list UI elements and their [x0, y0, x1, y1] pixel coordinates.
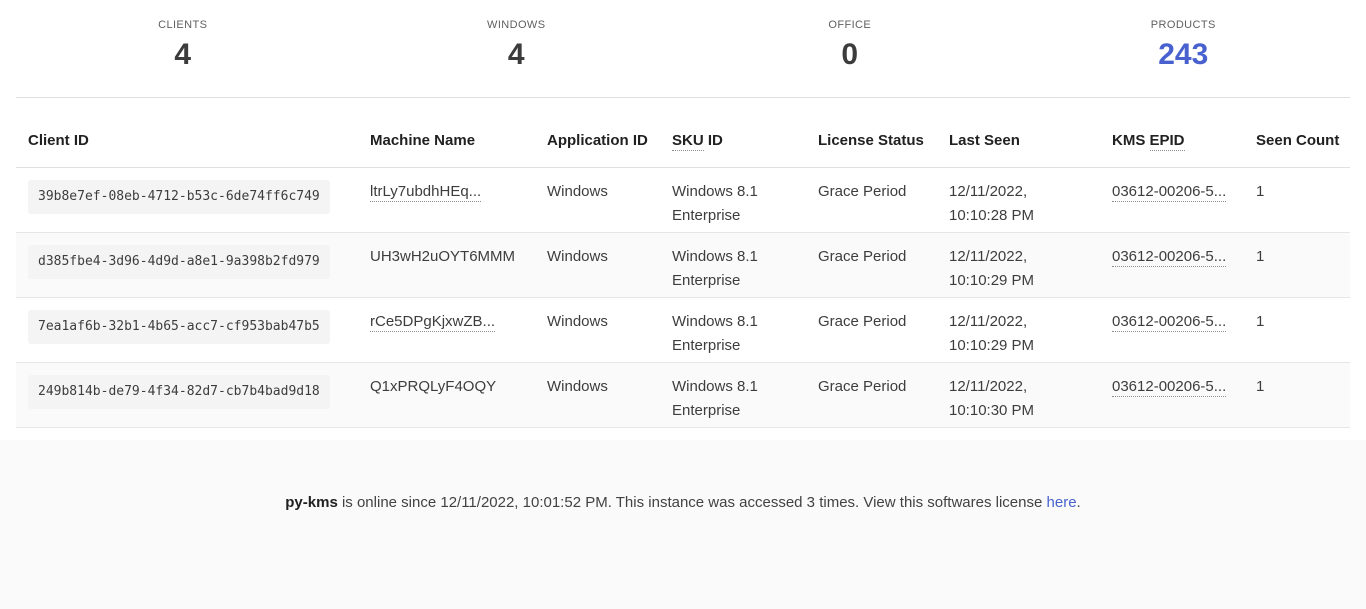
stat-value-office: 0 [683, 38, 1017, 72]
last-seen-date: 12/11/2022, [949, 375, 1100, 399]
last-seen-date: 12/11/2022, [949, 245, 1100, 269]
stat-label: CLIENTS [16, 14, 350, 31]
footer-period: . [1077, 494, 1081, 511]
kms-epid-cell: 03612-00206-5... [1112, 298, 1256, 363]
kms-prefix: KMS [1112, 132, 1150, 149]
application-id-cell: Windows [547, 298, 672, 363]
stat-clients: CLIENTS 4 [16, 14, 350, 97]
content-footer-gap [0, 428, 1366, 440]
stat-label: WINDOWS [350, 14, 684, 31]
col-machine-name: Machine Name [370, 98, 547, 168]
license-status-cell: Grace Period [818, 363, 949, 428]
footer-status-text: is online since 12/11/2022, 10:01:52 PM.… [338, 494, 1047, 511]
last-seen-cell: 12/11/2022,10:10:30 PM [949, 363, 1112, 428]
client-id-cell: 39b8e7ef-08eb-4712-b53c-6de74ff6c749 [16, 168, 370, 233]
last-seen-time: 10:10:29 PM [949, 334, 1100, 358]
col-kms-epid: KMS EPID [1112, 98, 1256, 168]
last-seen-cell: 12/11/2022,10:10:29 PM [949, 298, 1112, 363]
sku-id-cell: Windows 8.1 Enterprise [672, 233, 818, 298]
col-client-id: Client ID [16, 98, 370, 168]
machine-name: Q1xPRQLyF4OQY [370, 378, 496, 395]
stats-section: CLIENTS 4 WINDOWS 4 OFFICE 0 PRODUCTS 24… [0, 0, 1366, 97]
sku-id-cell: Windows 8.1 Enterprise [672, 298, 818, 363]
machine-name-cell: UH3wH2uOYT6MMM [370, 233, 547, 298]
stat-value-windows: 4 [350, 38, 684, 72]
stat-label: OFFICE [683, 14, 1017, 31]
client-id-chip: 39b8e7ef-08eb-4712-b53c-6de74ff6c749 [28, 180, 330, 214]
client-id-chip: d385fbe4-3d96-4d9d-a8e1-9a398b2fd979 [28, 245, 330, 279]
application-id-cell: Windows [547, 168, 672, 233]
sku-abbr[interactable]: SKU [672, 132, 704, 151]
sku-id-cell: Windows 8.1 Enterprise [672, 168, 818, 233]
client-id-chip: 7ea1af6b-32b1-4b65-acc7-cf953bab47b5 [28, 310, 330, 344]
stat-label: PRODUCTS [1017, 14, 1351, 31]
last-seen-cell: 12/11/2022,10:10:28 PM [949, 168, 1112, 233]
machine-name: UH3wH2uOYT6MMM [370, 248, 515, 265]
col-sku-id: SKU ID [672, 98, 818, 168]
sku-id-cell: Windows 8.1 Enterprise [672, 363, 818, 428]
footer: py-kms is online since 12/11/2022, 10:01… [0, 440, 1366, 609]
app-name: py-kms [285, 494, 338, 511]
stat-products: PRODUCTS 243 [1017, 14, 1351, 97]
clients-table: Client ID Machine Name Application ID SK… [16, 98, 1350, 428]
col-last-seen: Last Seen [949, 98, 1112, 168]
seen-count-cell: 1 [1256, 168, 1350, 233]
machine-name-cell: Q1xPRQLyF4OQY [370, 363, 547, 428]
seen-count-cell: 1 [1256, 363, 1350, 428]
col-application-id: Application ID [547, 98, 672, 168]
table-row: 39b8e7ef-08eb-4712-b53c-6de74ff6c749 ltr… [16, 168, 1350, 233]
table-header-row: Client ID Machine Name Application ID SK… [16, 98, 1350, 168]
table-row: d385fbe4-3d96-4d9d-a8e1-9a398b2fd979 UH3… [16, 233, 1350, 298]
machine-name-cell: rCe5DPgKjxwZB... [370, 298, 547, 363]
stat-value-products-link[interactable]: 243 [1017, 38, 1351, 72]
kms-epid-value[interactable]: 03612-00206-5... [1112, 248, 1226, 267]
license-status-cell: Grace Period [818, 168, 949, 233]
kms-epid-value[interactable]: 03612-00206-5... [1112, 378, 1226, 397]
machine-name-cell: ltrLy7ubdhHEq... [370, 168, 547, 233]
machine-name[interactable]: ltrLy7ubdhHEq... [370, 183, 481, 202]
last-seen-time: 10:10:30 PM [949, 399, 1100, 423]
last-seen-cell: 12/11/2022,10:10:29 PM [949, 233, 1112, 298]
table-row: 7ea1af6b-32b1-4b65-acc7-cf953bab47b5 rCe… [16, 298, 1350, 363]
seen-count-cell: 1 [1256, 298, 1350, 363]
kms-epid-cell: 03612-00206-5... [1112, 233, 1256, 298]
client-id-cell: 249b814b-de79-4f34-82d7-cb7b4bad9d18 [16, 363, 370, 428]
stat-value-clients: 4 [16, 38, 350, 72]
last-seen-date: 12/11/2022, [949, 180, 1100, 204]
epid-abbr[interactable]: EPID [1150, 132, 1185, 151]
kms-epid-value[interactable]: 03612-00206-5... [1112, 183, 1226, 202]
client-id-cell: 7ea1af6b-32b1-4b65-acc7-cf953bab47b5 [16, 298, 370, 363]
sku-rest: ID [704, 132, 723, 149]
seen-count-cell: 1 [1256, 233, 1350, 298]
client-id-cell: d385fbe4-3d96-4d9d-a8e1-9a398b2fd979 [16, 233, 370, 298]
application-id-cell: Windows [547, 363, 672, 428]
license-status-cell: Grace Period [818, 298, 949, 363]
last-seen-time: 10:10:29 PM [949, 269, 1100, 293]
last-seen-time: 10:10:28 PM [949, 204, 1100, 228]
last-seen-date: 12/11/2022, [949, 310, 1100, 334]
license-link[interactable]: here [1047, 494, 1077, 511]
machine-name[interactable]: rCe5DPgKjxwZB... [370, 313, 495, 332]
client-id-chip: 249b814b-de79-4f34-82d7-cb7b4bad9d18 [28, 375, 330, 409]
kms-epid-value[interactable]: 03612-00206-5... [1112, 313, 1226, 332]
table-row: 249b814b-de79-4f34-82d7-cb7b4bad9d18 Q1x… [16, 363, 1350, 428]
stat-windows: WINDOWS 4 [350, 14, 684, 97]
col-license-status: License Status [818, 98, 949, 168]
kms-epid-cell: 03612-00206-5... [1112, 363, 1256, 428]
stat-office: OFFICE 0 [683, 14, 1017, 97]
col-seen-count: Seen Count [1256, 98, 1350, 168]
license-status-cell: Grace Period [818, 233, 949, 298]
application-id-cell: Windows [547, 233, 672, 298]
kms-epid-cell: 03612-00206-5... [1112, 168, 1256, 233]
